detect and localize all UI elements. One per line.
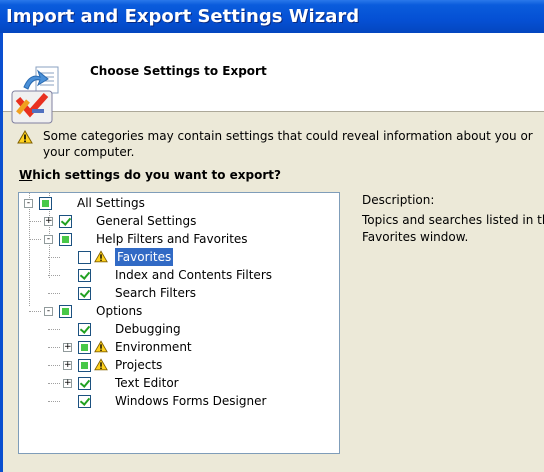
tree-guide-line — [48, 293, 60, 294]
visual-studio-logo-icon — [11, 66, 59, 124]
tree-node-search-filters[interactable]: Search Filters — [19, 284, 339, 302]
checkbox[interactable] — [78, 287, 91, 300]
tree-node-label: General Settings — [96, 214, 197, 228]
checkbox[interactable] — [59, 215, 72, 228]
tree-node-label: Projects — [115, 358, 163, 372]
warning-icon — [94, 358, 108, 371]
window-title: Import and Export Settings Wizard — [0, 0, 544, 33]
collapse-icon[interactable]: - — [44, 307, 53, 316]
warning-icon — [94, 250, 108, 263]
tree-node-label: All Settings — [77, 196, 145, 210]
tree-node-label: Search Filters — [115, 286, 197, 300]
settings-tree[interactable]: - All Settings + General Settings - Help Filt… — [18, 192, 340, 454]
warning-icon — [94, 340, 108, 353]
expand-icon[interactable]: + — [44, 217, 53, 226]
checkbox[interactable] — [78, 359, 91, 372]
tree-guide-line — [48, 365, 60, 366]
question-text: hich settings do you want to export? — [32, 168, 281, 182]
collapse-icon[interactable]: - — [44, 235, 53, 244]
checkbox[interactable] — [78, 323, 91, 336]
checkbox[interactable] — [59, 305, 72, 318]
warning-text: Some categories may contain settings tha… — [43, 129, 533, 159]
tree-node-label: Favorites — [115, 248, 174, 266]
settings-question: Which settings do you want to export? — [19, 168, 281, 182]
tree-node-options[interactable]: - Options — [19, 302, 339, 320]
tree-node-text-editor[interactable]: + Text Editor — [19, 374, 339, 392]
tree-node-index-and-contents-filters[interactable]: Index and Contents Filters — [19, 266, 339, 284]
checkbox[interactable] — [78, 251, 91, 264]
description-text: Topics and searches listed in the Favori… — [362, 213, 544, 244]
tree-node-windows-forms-designer[interactable]: Windows Forms Designer — [19, 392, 339, 410]
tree-guide-line — [48, 275, 60, 276]
tree-node-favorites[interactable]: Favorites — [19, 248, 339, 266]
tree-guide-line — [29, 311, 41, 312]
warning-icon — [17, 130, 33, 144]
tree-guide-line — [48, 401, 60, 402]
tree-node-label: Text Editor — [115, 376, 179, 390]
tree-node-label: Environment — [115, 340, 192, 354]
tree-node-debugging[interactable]: Debugging — [19, 320, 339, 338]
tree-guide-line — [48, 383, 60, 384]
checkbox[interactable] — [78, 395, 91, 408]
collapse-icon[interactable]: - — [24, 199, 33, 208]
checkbox[interactable] — [39, 197, 52, 210]
checkbox[interactable] — [78, 269, 91, 282]
wizard-header: Choose Settings to Export — [0, 33, 544, 124]
page-title: Choose Settings to Export — [90, 64, 267, 78]
window-left-border — [0, 33, 3, 472]
tree-node-environment[interactable]: + Environment — [19, 338, 339, 356]
checkbox[interactable] — [78, 341, 91, 354]
tree-guide-line — [48, 257, 60, 258]
tree-node-label: Index and Contents Filters — [115, 268, 273, 282]
tree-node-label: Options — [96, 304, 143, 318]
description-label: Description: — [362, 193, 435, 207]
tree-guide-line — [48, 347, 60, 348]
tree-guide-line — [29, 239, 41, 240]
tree-node-help-filters-and-favorites[interactable]: - Help Filters and Favorites — [19, 230, 339, 248]
expand-icon[interactable]: + — [63, 361, 72, 370]
question-mnemonic: W — [19, 168, 33, 182]
tree-node-label: Windows Forms Designer — [115, 394, 267, 408]
expand-icon[interactable]: + — [63, 343, 72, 352]
tree-guide-line — [29, 221, 41, 222]
tree-node-label: Help Filters and Favorites — [96, 232, 248, 246]
tree-node-label: Debugging — [115, 322, 181, 336]
tree-node-projects[interactable]: + Projects — [19, 356, 339, 374]
expand-icon[interactable]: + — [63, 379, 72, 388]
checkbox[interactable] — [78, 377, 91, 390]
tree-node-general-settings[interactable]: + General Settings — [19, 212, 339, 230]
checkbox[interactable] — [59, 233, 72, 246]
tree-node-all-settings[interactable]: - All Settings — [19, 194, 339, 212]
tree-guide-line — [48, 329, 60, 330]
